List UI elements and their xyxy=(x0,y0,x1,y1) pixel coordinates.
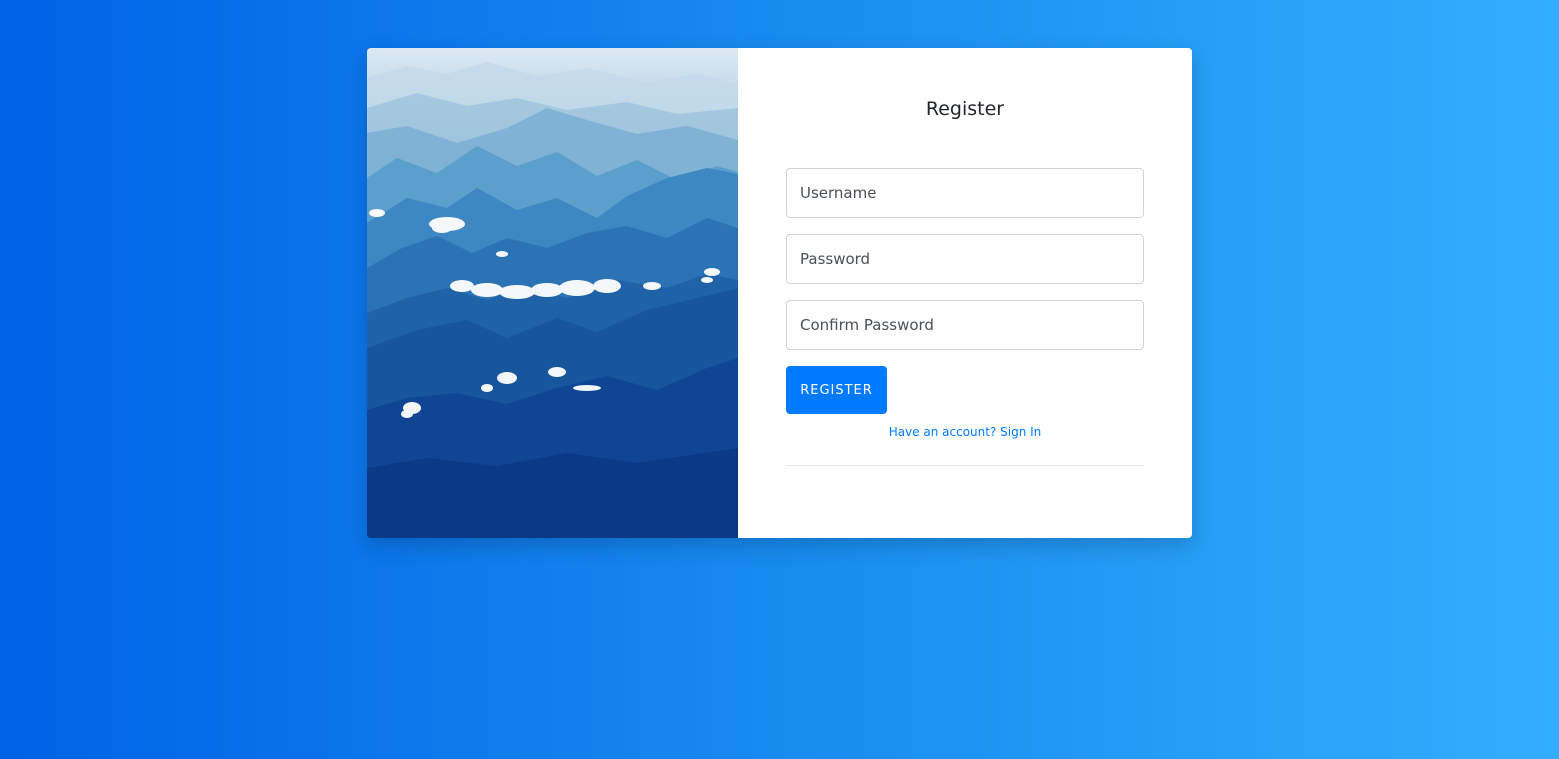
register-card: Register REGISTER Have an account? Sign … xyxy=(367,48,1192,538)
mountain-illustration xyxy=(367,48,738,538)
sign-in-link[interactable]: Have an account? Sign In xyxy=(786,424,1144,441)
password-input[interactable] xyxy=(786,234,1144,284)
mountain-landscape-image xyxy=(367,48,738,538)
confirm-password-input[interactable] xyxy=(786,300,1144,350)
username-input[interactable] xyxy=(786,168,1144,218)
register-form: Register REGISTER Have an account? Sign … xyxy=(738,48,1192,538)
page-title: Register xyxy=(925,98,1005,120)
register-button[interactable]: REGISTER xyxy=(786,366,887,414)
divider xyxy=(786,465,1144,466)
